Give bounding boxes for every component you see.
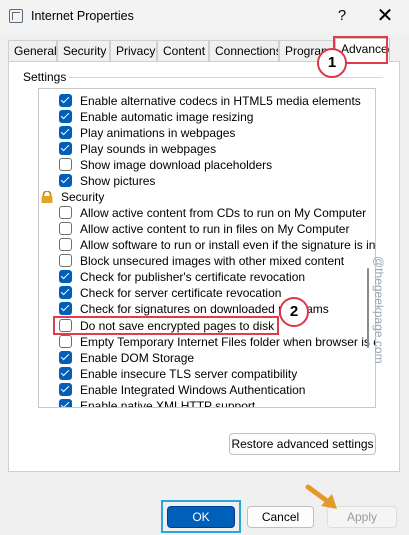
checkbox[interactable] xyxy=(59,206,72,219)
settings-list[interactable]: Enable alternative codecs in HTML5 media… xyxy=(38,88,376,408)
step-2-callout: 2 xyxy=(279,297,309,327)
step-1-callout: 1 xyxy=(317,48,347,78)
lock-icon xyxy=(41,191,53,203)
settings-group-label: Settings xyxy=(23,70,67,84)
checkbox[interactable] xyxy=(59,335,72,348)
checkbox[interactable] xyxy=(59,367,72,380)
checkbox[interactable] xyxy=(59,94,72,107)
checkbox[interactable] xyxy=(59,351,72,364)
checkbox[interactable] xyxy=(59,222,72,235)
checkbox[interactable] xyxy=(59,302,72,315)
checkbox[interactable] xyxy=(59,238,72,251)
app-icon xyxy=(9,9,23,23)
encrypted-pages-highlight xyxy=(53,316,279,335)
checkbox[interactable] xyxy=(59,270,72,283)
restore-advanced-settings-button[interactable]: Restore advanced settings xyxy=(229,433,376,455)
checkbox[interactable] xyxy=(59,383,72,396)
checkbox[interactable] xyxy=(59,126,72,139)
scrollbar-thumb[interactable] xyxy=(367,268,369,348)
tab-content[interactable]: Content xyxy=(157,40,209,61)
checkbox[interactable] xyxy=(59,158,72,171)
checkbox[interactable] xyxy=(59,142,72,155)
pointer-arrow-icon xyxy=(305,484,337,509)
help-button[interactable]: ? xyxy=(330,5,354,27)
checkbox[interactable] xyxy=(59,399,72,407)
close-button[interactable]: ✕ xyxy=(373,5,397,27)
cancel-button[interactable]: Cancel xyxy=(247,506,314,528)
tab-connections[interactable]: Connections xyxy=(209,40,279,61)
title-bar: Internet Properties ? ✕ xyxy=(0,0,409,34)
ok-highlight-box xyxy=(161,500,241,533)
tab-general[interactable]: General xyxy=(8,40,57,61)
tab-privacy[interactable]: Privacy xyxy=(110,40,157,61)
tab-security[interactable]: Security xyxy=(57,40,110,61)
window-title: Internet Properties xyxy=(31,9,134,23)
watermark: @thegeekpage.com xyxy=(372,256,386,364)
checkbox[interactable] xyxy=(59,174,72,187)
checkbox[interactable] xyxy=(59,286,72,299)
checkbox[interactable] xyxy=(59,254,72,267)
checkbox[interactable] xyxy=(59,110,72,123)
